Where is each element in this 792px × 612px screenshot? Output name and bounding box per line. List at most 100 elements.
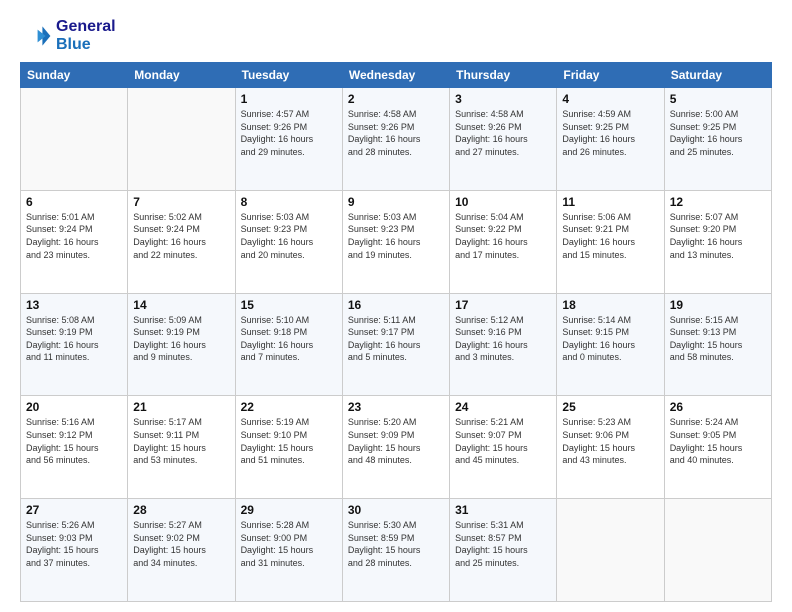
day-number: 26 xyxy=(670,400,766,414)
day-number: 27 xyxy=(26,503,122,517)
day-detail: Sunrise: 5:20 AM Sunset: 9:09 PM Dayligh… xyxy=(348,416,444,466)
day-number: 20 xyxy=(26,400,122,414)
day-detail: Sunrise: 5:28 AM Sunset: 9:00 PM Dayligh… xyxy=(241,519,337,569)
col-header-friday: Friday xyxy=(557,63,664,88)
day-number: 10 xyxy=(455,195,551,209)
day-cell: 22 Sunrise: 5:19 AM Sunset: 9:10 PM Dayli… xyxy=(235,396,342,499)
day-number: 8 xyxy=(241,195,337,209)
day-number: 12 xyxy=(670,195,766,209)
day-number: 5 xyxy=(670,92,766,106)
day-cell xyxy=(557,499,664,602)
day-detail: Sunrise: 5:06 AM Sunset: 9:21 PM Dayligh… xyxy=(562,211,658,261)
day-cell: 14Sunrise: 5:09 AM Sunset: 9:19 PM Dayli… xyxy=(128,293,235,396)
day-number: 19 xyxy=(670,298,766,312)
day-number: 3 xyxy=(455,92,551,106)
day-number: 2 xyxy=(348,92,444,106)
day-detail: Sunrise: 5:01 AM Sunset: 9:24 PM Dayligh… xyxy=(26,211,122,261)
day-detail: Sunrise: 5:11 AM Sunset: 9:17 PM Dayligh… xyxy=(348,314,444,364)
day-number: 30 xyxy=(348,503,444,517)
day-cell: 16 Sunrise: 5:11 AM Sunset: 9:17 PM Dayli… xyxy=(342,293,449,396)
day-cell: 7 Sunrise: 5:02 AM Sunset: 9:24 PM Daylig… xyxy=(128,190,235,293)
day-cell: 30 Sunrise: 5:30 AM Sunset: 8:59 PM Dayli… xyxy=(342,499,449,602)
day-cell: 4 Sunrise: 4:59 AM Sunset: 9:25 PM Daylig… xyxy=(557,88,664,191)
day-cell: 1 Sunrise: 4:57 AM Sunset: 9:26 PM Daylig… xyxy=(235,88,342,191)
day-detail: Sunrise: 5:15 AM Sunset: 9:13 PM Dayligh… xyxy=(670,314,766,364)
day-cell: 10 Sunrise: 5:04 AM Sunset: 9:22 PM Dayli… xyxy=(450,190,557,293)
week-row-1: 1 Sunrise: 4:57 AM Sunset: 9:26 PM Daylig… xyxy=(21,88,772,191)
day-detail: Sunrise: 5:03 AM Sunset: 9:23 PM Dayligh… xyxy=(241,211,337,261)
week-row-3: 13 Sunrise: 5:08 AM Sunset: 9:19 PM Dayli… xyxy=(21,293,772,396)
day-number: 15 xyxy=(241,298,337,312)
header: General Blue xyxy=(20,18,772,54)
day-cell: 8 Sunrise: 5:03 AM Sunset: 9:23 PM Daylig… xyxy=(235,190,342,293)
day-detail: Sunrise: 5:26 AM Sunset: 9:03 PM Dayligh… xyxy=(26,519,122,569)
day-number: 4 xyxy=(562,92,658,106)
day-cell: 9 Sunrise: 5:03 AM Sunset: 9:23 PM Daylig… xyxy=(342,190,449,293)
day-detail: Sunrise: 5:04 AM Sunset: 9:22 PM Dayligh… xyxy=(455,211,551,261)
calendar-table: SundayMondayTuesdayWednesdayThursdayFrid… xyxy=(20,62,772,602)
col-header-sunday: Sunday xyxy=(21,63,128,88)
week-row-4: 20Sunrise: 5:16 AM Sunset: 9:12 PM Dayli… xyxy=(21,396,772,499)
day-detail: Sunrise: 4:58 AM Sunset: 9:26 PM Dayligh… xyxy=(455,108,551,158)
day-number: 22 xyxy=(241,400,337,414)
day-cell: 18 Sunrise: 5:14 AM Sunset: 9:15 PM Dayli… xyxy=(557,293,664,396)
day-number: 1 xyxy=(241,92,337,106)
day-detail: Sunrise: 5:30 AM Sunset: 8:59 PM Dayligh… xyxy=(348,519,444,569)
day-cell: 26 Sunrise: 5:24 AM Sunset: 9:05 PM Dayli… xyxy=(664,396,771,499)
day-number: 11 xyxy=(562,195,658,209)
day-detail: Sunrise: 5:00 AM Sunset: 9:25 PM Dayligh… xyxy=(670,108,766,158)
day-cell: 23 Sunrise: 5:20 AM Sunset: 9:09 PM Dayli… xyxy=(342,396,449,499)
day-cell: 13 Sunrise: 5:08 AM Sunset: 9:19 PM Dayli… xyxy=(21,293,128,396)
day-detail: Sunrise: 5:07 AM Sunset: 9:20 PM Dayligh… xyxy=(670,211,766,261)
day-detail: Sunrise: 5:24 AM Sunset: 9:05 PM Dayligh… xyxy=(670,416,766,466)
day-number: 7 xyxy=(133,195,229,209)
day-cell: 3 Sunrise: 4:58 AM Sunset: 9:26 PM Daylig… xyxy=(450,88,557,191)
day-cell: 17Sunrise: 5:12 AM Sunset: 9:16 PM Dayli… xyxy=(450,293,557,396)
day-number: 6 xyxy=(26,195,122,209)
day-detail: Sunrise: 5:17 AM Sunset: 9:11 PM Dayligh… xyxy=(133,416,229,466)
calendar-header-row: SundayMondayTuesdayWednesdayThursdayFrid… xyxy=(21,63,772,88)
day-detail: Sunrise: 5:08 AM Sunset: 9:19 PM Dayligh… xyxy=(26,314,122,364)
day-cell: 5 Sunrise: 5:00 AM Sunset: 9:25 PM Daylig… xyxy=(664,88,771,191)
day-number: 14 xyxy=(133,298,229,312)
day-cell: 25Sunrise: 5:23 AM Sunset: 9:06 PM Dayli… xyxy=(557,396,664,499)
day-detail: Sunrise: 4:59 AM Sunset: 9:25 PM Dayligh… xyxy=(562,108,658,158)
day-detail: Sunrise: 5:02 AM Sunset: 9:24 PM Dayligh… xyxy=(133,211,229,261)
week-row-5: 27 Sunrise: 5:26 AM Sunset: 9:03 PM Dayli… xyxy=(21,499,772,602)
day-detail: Sunrise: 4:57 AM Sunset: 9:26 PM Dayligh… xyxy=(241,108,337,158)
day-cell xyxy=(664,499,771,602)
logo: General Blue xyxy=(20,18,116,54)
logo-icon xyxy=(20,20,52,52)
day-detail: Sunrise: 5:10 AM Sunset: 9:18 PM Dayligh… xyxy=(241,314,337,364)
day-number: 24 xyxy=(455,400,551,414)
col-header-monday: Monday xyxy=(128,63,235,88)
day-number: 16 xyxy=(348,298,444,312)
col-header-wednesday: Wednesday xyxy=(342,63,449,88)
day-cell: 6 Sunrise: 5:01 AM Sunset: 9:24 PM Daylig… xyxy=(21,190,128,293)
day-detail: Sunrise: 5:31 AM Sunset: 8:57 PM Dayligh… xyxy=(455,519,551,569)
day-number: 18 xyxy=(562,298,658,312)
day-cell xyxy=(21,88,128,191)
week-row-2: 6 Sunrise: 5:01 AM Sunset: 9:24 PM Daylig… xyxy=(21,190,772,293)
day-number: 9 xyxy=(348,195,444,209)
day-cell: 24Sunrise: 5:21 AM Sunset: 9:07 PM Dayli… xyxy=(450,396,557,499)
day-number: 17 xyxy=(455,298,551,312)
col-header-thursday: Thursday xyxy=(450,63,557,88)
day-number: 13 xyxy=(26,298,122,312)
day-detail: Sunrise: 5:03 AM Sunset: 9:23 PM Dayligh… xyxy=(348,211,444,261)
day-cell: 31Sunrise: 5:31 AM Sunset: 8:57 PM Dayli… xyxy=(450,499,557,602)
day-detail: Sunrise: 5:19 AM Sunset: 9:10 PM Dayligh… xyxy=(241,416,337,466)
day-cell: 2 Sunrise: 4:58 AM Sunset: 9:26 PM Daylig… xyxy=(342,88,449,191)
day-cell: 28Sunrise: 5:27 AM Sunset: 9:02 PM Dayli… xyxy=(128,499,235,602)
day-cell: 19 Sunrise: 5:15 AM Sunset: 9:13 PM Dayli… xyxy=(664,293,771,396)
day-cell: 12 Sunrise: 5:07 AM Sunset: 9:20 PM Dayli… xyxy=(664,190,771,293)
logo-text: General Blue xyxy=(56,18,116,54)
day-number: 29 xyxy=(241,503,337,517)
day-cell xyxy=(128,88,235,191)
col-header-saturday: Saturday xyxy=(664,63,771,88)
day-number: 21 xyxy=(133,400,229,414)
day-detail: Sunrise: 4:58 AM Sunset: 9:26 PM Dayligh… xyxy=(348,108,444,158)
day-detail: Sunrise: 5:14 AM Sunset: 9:15 PM Dayligh… xyxy=(562,314,658,364)
day-number: 23 xyxy=(348,400,444,414)
day-number: 25 xyxy=(562,400,658,414)
